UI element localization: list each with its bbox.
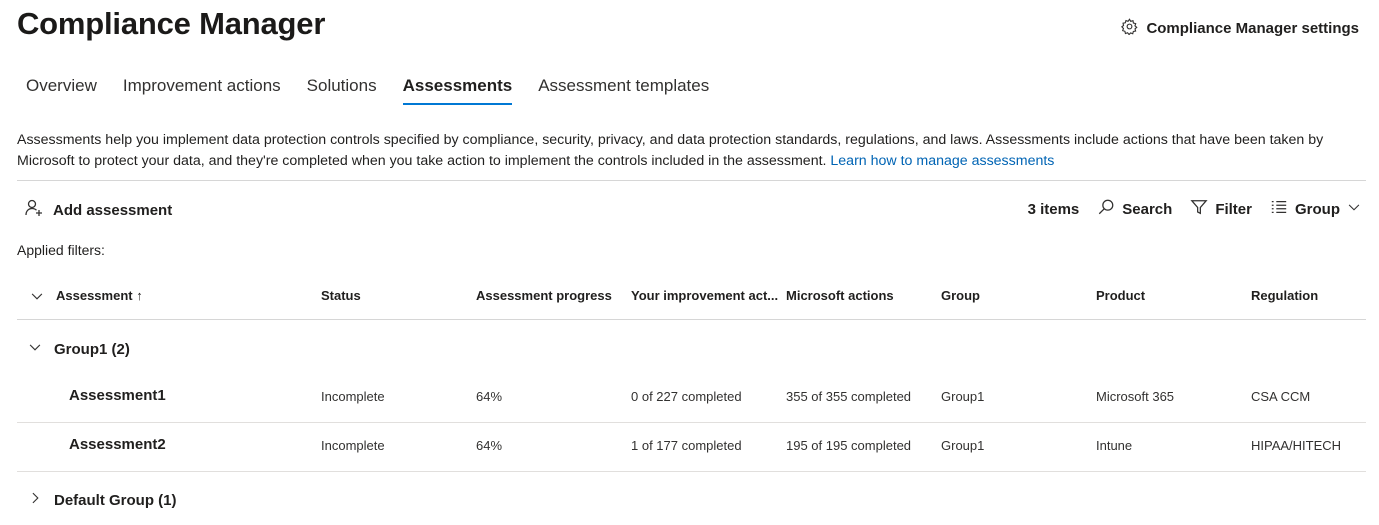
group-header-group1[interactable]: Group1 (2) [28,340,130,358]
group-cell: Group1 [941,389,985,404]
chevron-down-icon [31,293,43,300]
divider [17,471,1366,472]
applied-filters-label: Applied filters: [17,242,105,258]
assessment-name[interactable]: Assessment1 [69,387,166,404]
progress-cell: 64% [476,438,503,453]
learn-more-link[interactable]: Learn how to manage assessments [830,153,1054,169]
settings-link[interactable]: Compliance Manager settings [1121,18,1359,39]
group-button[interactable]: Group [1270,198,1361,220]
progress-cell: 64% [476,389,503,404]
filter-button[interactable]: Filter [1190,198,1252,220]
microsoft-actions-cell: 195 of 195 completed [786,438,912,453]
tab-improvement-actions[interactable]: Improvement actions [123,76,281,105]
search-label: Search [1122,200,1173,218]
collapse-all-toggle[interactable] [30,289,44,306]
tab-assessments[interactable]: Assessments [402,76,512,105]
add-assessment-label: Add assessment [53,201,173,219]
item-count: 3 items [1027,200,1080,218]
group-list-icon [1270,198,1288,220]
assessment-name[interactable]: Assessment2 [69,436,166,453]
search-icon [1097,198,1115,220]
group-cell: Group1 [941,438,985,453]
product-cell: Microsoft 365 [1096,389,1175,404]
divider [17,180,1366,181]
column-header-assessment-label: Assessment [56,288,133,303]
product-cell: Intune [1096,438,1133,453]
column-header-product[interactable]: Product [1096,288,1145,303]
group-label: Group [1295,200,1340,218]
regulation-cell: CSA CCM [1251,389,1311,404]
tab-assessment-templates[interactable]: Assessment templates [538,76,709,105]
chevron-right-icon [28,491,42,509]
group-header-label: Group1 (2) [54,340,130,358]
add-person-icon [24,198,44,222]
settings-link-label: Compliance Manager settings [1146,20,1359,37]
column-header-your-improvement-actions[interactable]: Your improvement act... [631,288,778,303]
improvement-actions-cell: 1 of 177 completed [631,438,742,453]
add-assessment-button[interactable]: Add assessment [24,198,172,222]
microsoft-actions-cell: 355 of 355 completed [786,389,912,404]
column-header-status[interactable]: Status [321,288,361,303]
tab-overview[interactable]: Overview [26,76,97,105]
tab-solutions[interactable]: Solutions [307,76,377,105]
description-text: Assessments help you implement data prot… [17,132,1324,169]
column-header-assessment-progress[interactable]: Assessment progress [476,288,612,303]
search-button[interactable]: Search [1097,198,1172,220]
sort-ascending-icon: ↑ [136,288,143,303]
chevron-down-icon [28,340,42,358]
status-cell: Incomplete [321,438,385,453]
group-header-default-group[interactable]: Default Group (1) [28,491,177,509]
divider [17,319,1366,320]
tab-bar: Overview Improvement actions Solutions A… [26,76,735,105]
column-header-regulation[interactable]: Regulation [1251,288,1318,303]
column-header-group[interactable]: Group [941,288,980,303]
divider [17,422,1366,423]
table-header: Assessment ↑ Status Assessment progress … [0,280,1379,316]
column-header-microsoft-actions[interactable]: Microsoft actions [786,288,894,303]
improvement-actions-cell: 0 of 227 completed [631,389,742,404]
status-cell: Incomplete [321,389,385,404]
page-description: Assessments help you implement data prot… [17,130,1362,172]
regulation-cell: HIPAA/HITECH [1251,438,1342,453]
filter-label: Filter [1215,200,1252,218]
column-header-assessment[interactable]: Assessment ↑ [56,288,143,303]
filter-icon [1190,198,1208,220]
page-title: Compliance Manager [17,6,326,41]
chevron-down-icon [1347,200,1361,218]
gear-icon [1121,18,1139,39]
toolbar-right: 3 items Search Filter Group [1028,198,1361,220]
group-header-label: Default Group (1) [54,491,177,509]
